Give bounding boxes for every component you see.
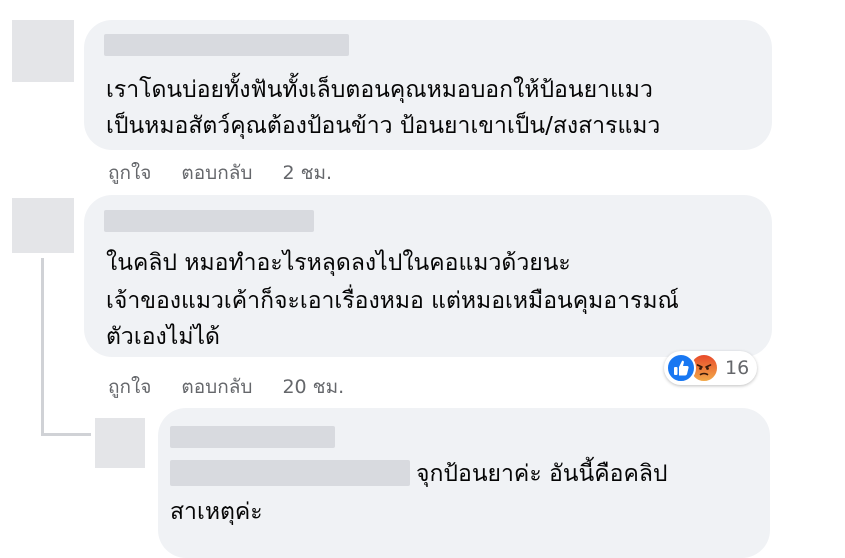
comment-actions: ถูกใจ ตอบกลับ 2 ชม. xyxy=(108,158,332,188)
commenter-name-redacted[interactable] xyxy=(104,34,349,56)
reply-link[interactable]: ตอบกลับ xyxy=(181,158,252,188)
comment-text-line: ตัวเองไม่ได้ xyxy=(106,324,220,350)
timestamp[interactable]: 2 ชม. xyxy=(282,158,332,188)
like-link[interactable]: ถูกใจ xyxy=(108,158,151,188)
commenter-avatar[interactable] xyxy=(12,198,74,253)
comment-text-line: เป็นหมอสัตว์คุณต้องป้อนข้าว ป้อนยาเขาเป็… xyxy=(106,113,661,139)
like-link[interactable]: ถูกใจ xyxy=(108,372,151,402)
comment-actions: ถูกใจ ตอบกลับ 20 ชม. xyxy=(108,372,344,402)
comment-text-line: เจ้าของแมวเค้าก็จะเอาเรื่องหมอ แต่หมอเหม… xyxy=(106,288,679,314)
commenter-name-redacted[interactable] xyxy=(104,210,314,232)
mentioned-name-redacted[interactable] xyxy=(170,460,410,486)
timestamp[interactable]: 20 ชม. xyxy=(282,372,344,402)
comment-bubble: ในคลิป หมอทำอะไรหลุดลงไปในคอแมวด้วยนะ เจ… xyxy=(84,195,772,357)
commenter-avatar[interactable] xyxy=(12,20,74,82)
thread-connector-branch xyxy=(41,433,91,436)
reaction-summary[interactable]: 16 xyxy=(664,351,758,385)
reply-text-line: จุกป้อนยาค่ะ อันนี้คือคลิป xyxy=(416,461,668,487)
like-icon xyxy=(666,353,696,383)
comment-text-line: เราโดนบ่อยทั้งฟันทั้งเล็บตอนคุณหมอบอกให้… xyxy=(106,77,653,103)
reply-text-line: สาเหตุค่ะ xyxy=(170,499,263,525)
replier-avatar[interactable] xyxy=(95,418,145,468)
reaction-count: 16 xyxy=(725,357,750,379)
thread-connector-line xyxy=(41,258,44,436)
reply-link[interactable]: ตอบกลับ xyxy=(181,372,252,402)
comment-text-line: ในคลิป หมอทำอะไรหลุดลงไปในคอแมวด้วยนะ xyxy=(106,250,571,276)
reply-bubble: จุกป้อนยาค่ะ อันนี้คือคลิป สาเหตุค่ะ xyxy=(158,408,770,558)
replier-name-redacted[interactable] xyxy=(170,426,335,448)
comment-bubble: เราโดนบ่อยทั้งฟันทั้งเล็บตอนคุณหมอบอกให้… xyxy=(84,20,772,150)
